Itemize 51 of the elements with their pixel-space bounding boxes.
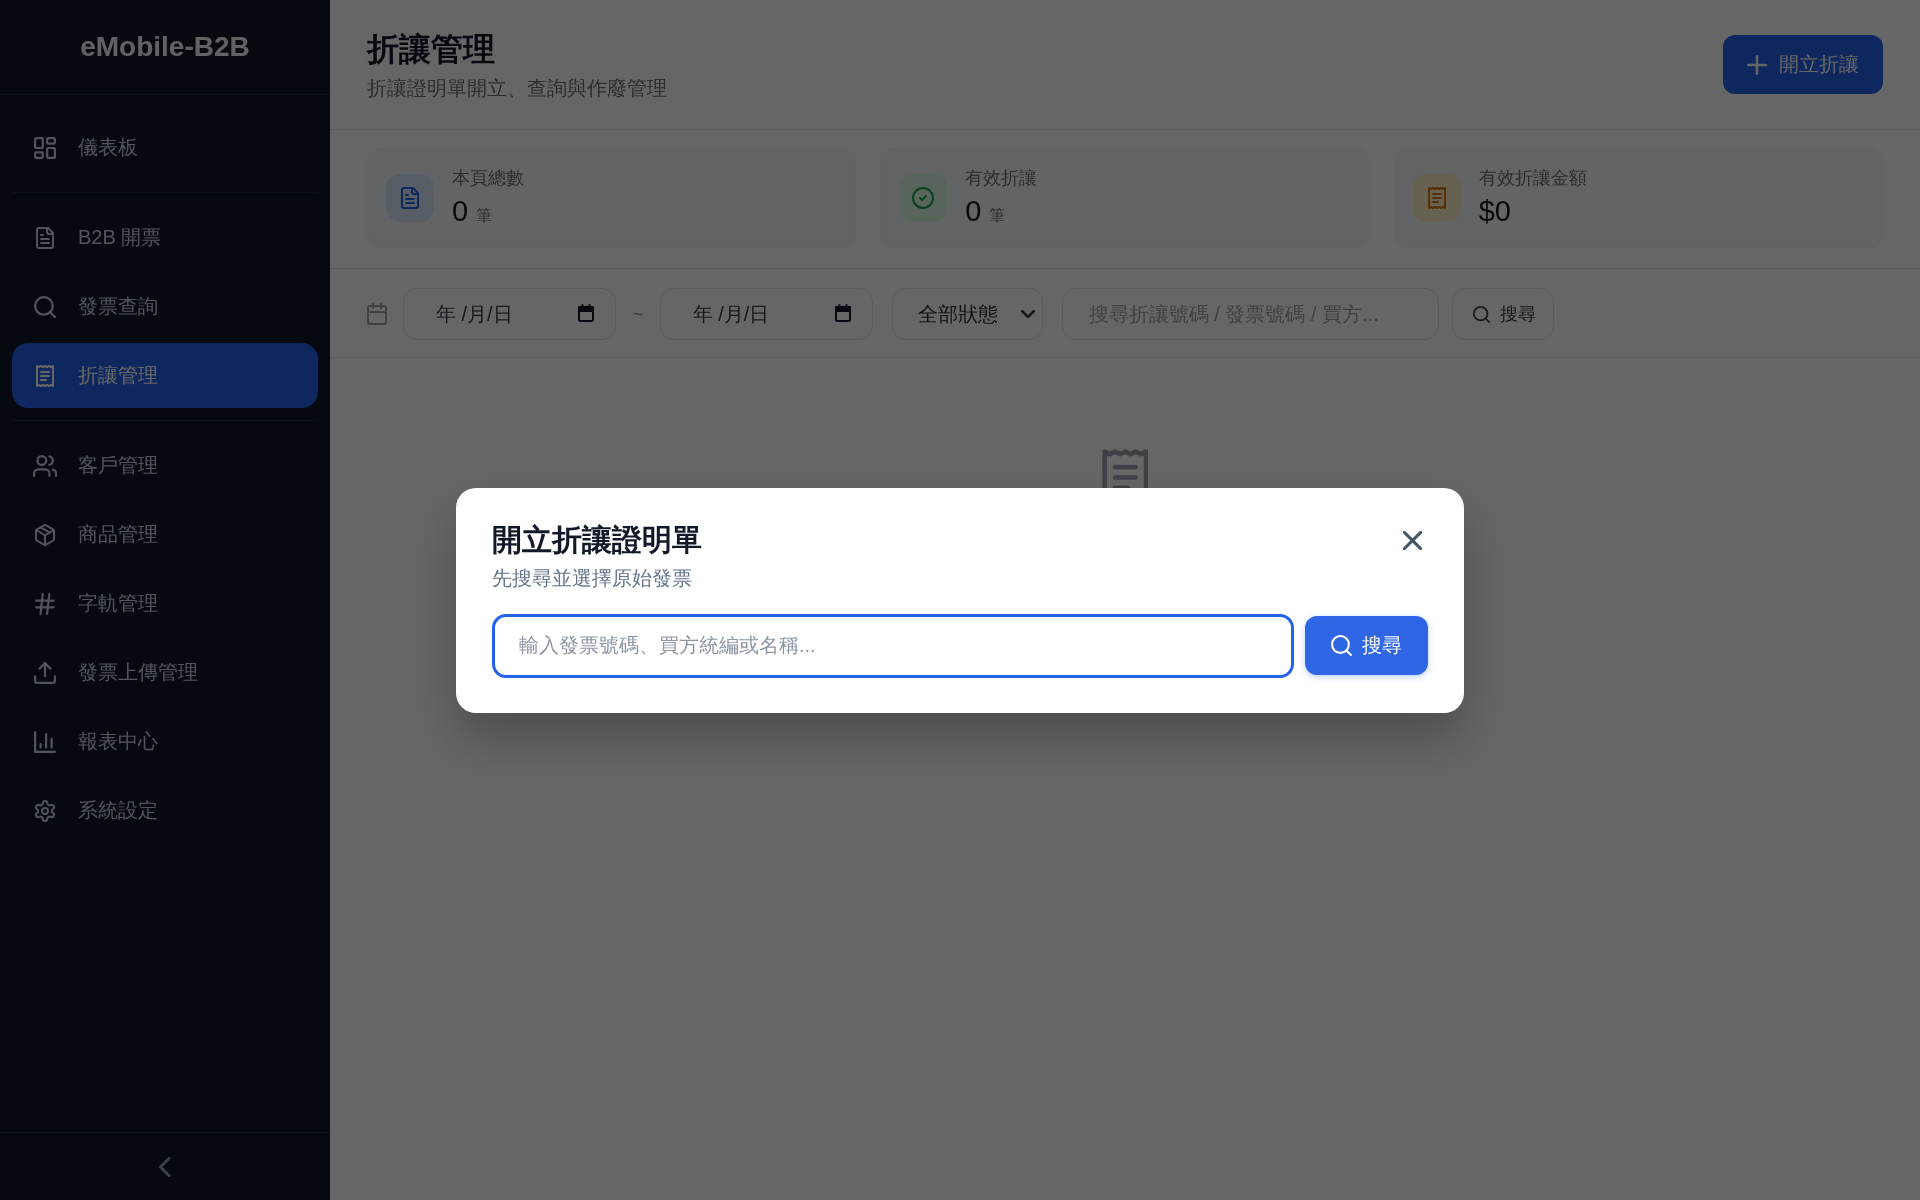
close-icon[interactable] — [1403, 530, 1422, 550]
box-icon — [35, 523, 55, 546]
calendar-icon — [367, 303, 387, 325]
calendar-icon — [834, 304, 851, 322]
date-field[interactable]: 年 /月/日 — [403, 288, 616, 340]
document-icon — [386, 174, 434, 222]
stat-value: $0 — [1478, 194, 1511, 229]
stat-unit: 筆 — [989, 206, 1006, 226]
receipt-icon — [36, 364, 54, 387]
stat-unit: 筆 — [476, 206, 493, 226]
hash-icon — [35, 592, 55, 615]
logo-text: eMobile-B2B — [80, 31, 250, 63]
sidebar-item[interactable]: 儀表板 — [12, 115, 318, 180]
page-subtitle: 折讓證明單開立、查詢與作廢管理 — [367, 75, 667, 101]
create-button[interactable]: 開立折讓 — [1723, 35, 1883, 94]
grid-icon — [34, 136, 56, 159]
sidebar-item[interactable]: 報表中心 — [12, 709, 318, 774]
sidebar-item[interactable]: B2B 開票 — [12, 205, 318, 270]
bar-chart-icon — [34, 730, 56, 753]
stat-label: 有效折讓 — [965, 167, 1038, 189]
status-select[interactable]: 全部狀態 — [891, 288, 1043, 340]
sidebar-item[interactable]: 發票上傳管理 — [12, 640, 318, 705]
invoice-search-field[interactable]: 輸入發票號碼、買方統編或名稱... — [492, 613, 1294, 678]
search-icon — [1331, 635, 1352, 656]
stat-label: 有效折讓金額 — [1478, 167, 1587, 189]
search-icon — [1472, 305, 1490, 323]
settings-icon — [34, 799, 56, 822]
sidebar-item[interactable]: 發票查詢 — [12, 274, 318, 339]
sidebar-item[interactable]: 字軌管理 — [12, 571, 318, 636]
stat-value: 0 — [452, 194, 469, 229]
stat-label: 本頁總數 — [452, 167, 524, 189]
upload-icon — [34, 661, 56, 684]
page-title: 折讓管理 — [367, 29, 496, 69]
plus-icon — [1747, 54, 1767, 75]
users-icon — [32, 454, 58, 477]
stat-value: 0 — [965, 194, 982, 229]
document-icon — [36, 226, 54, 249]
sidebar-item[interactable]: 系統設定 — [12, 778, 318, 843]
sidebar-item[interactable]: 客戶管理 — [12, 433, 318, 498]
search-button[interactable]: 搜尋 — [1305, 616, 1428, 675]
receipt-icon — [1412, 174, 1461, 222]
dialog-title: 開立折讓證明單 — [492, 521, 702, 558]
search-icon — [34, 295, 56, 318]
sidebar-item[interactable]: 折讓管理 — [12, 343, 318, 408]
date-field[interactable]: 年 /月/日 — [659, 288, 873, 340]
chevron-down-icon — [1020, 310, 1035, 318]
sidebar-item[interactable]: 商品管理 — [12, 502, 318, 567]
search-button[interactable]: 搜尋 — [1451, 288, 1554, 340]
dialog-subtitle: 先搜尋並選擇原始發票 — [492, 565, 693, 590]
calendar-icon — [578, 304, 594, 322]
range-separator: ~ — [632, 302, 644, 326]
